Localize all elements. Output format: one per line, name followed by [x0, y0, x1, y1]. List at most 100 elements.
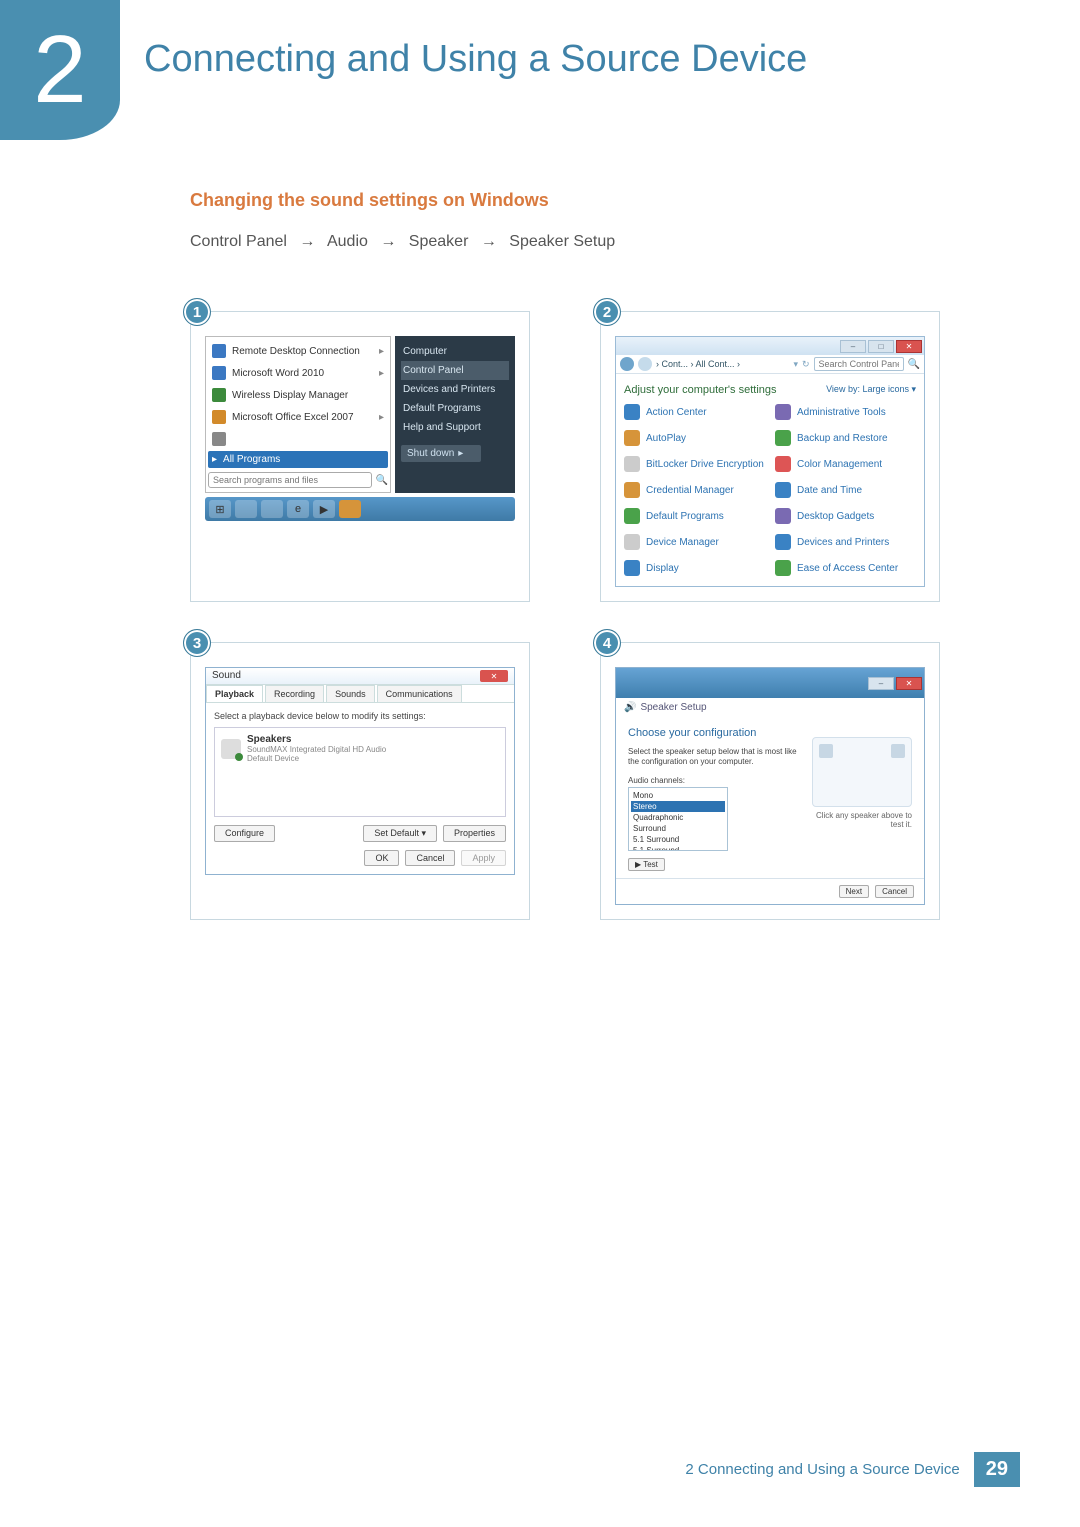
cp-item[interactable]: Device Manager [624, 534, 765, 550]
properties-button[interactable]: Properties [443, 825, 506, 842]
search-icon: 🔍 [376, 475, 388, 486]
channels-list[interactable]: Mono Stereo Quadraphonic Surround 5.1 Su… [628, 787, 728, 851]
start-menu-item[interactable]: Wireless Display Manager [208, 385, 388, 405]
speaker-setup-window: – ✕ 🔊 Speaker Setup Choose your configur… [615, 667, 925, 905]
minimize-button[interactable]: – [868, 677, 894, 690]
start-menu-item[interactable]: Remote Desktop Connection ▸ [208, 341, 388, 361]
address-crumbs[interactable]: › Cont... › All Cont... › [656, 359, 789, 369]
app-icon [212, 388, 226, 402]
all-programs[interactable]: ▸ All Programs [208, 451, 388, 468]
test-button[interactable]: ▶ Test [628, 858, 665, 871]
cp-item-label: Desktop Gadgets [797, 511, 874, 522]
cp-item[interactable]: Devices and Printers [775, 534, 916, 550]
start-right-item[interactable]: Devices and Printers [401, 380, 509, 399]
cp-item[interactable]: Display [624, 560, 765, 576]
tab-recording[interactable]: Recording [265, 685, 324, 702]
cp-item[interactable]: Administrative Tools [775, 404, 916, 420]
channel-option[interactable]: Quadraphonic [631, 812, 725, 823]
autoplay-icon [624, 430, 640, 446]
cp-item[interactable]: Action Center [624, 404, 765, 420]
display-icon [624, 560, 640, 576]
cp-item-label: Backup and Restore [797, 433, 888, 444]
start-menu-item-blank[interactable] [208, 429, 388, 449]
cp-item[interactable]: Backup and Restore [775, 430, 916, 446]
close-button[interactable]: ✕ [480, 670, 508, 682]
shutdown-button[interactable]: Shut down ▸ [401, 445, 481, 462]
tab-communications[interactable]: Communications [377, 685, 462, 702]
control-panel-body: View by: Large icons ▾ Adjust your compu… [616, 374, 924, 586]
next-button[interactable]: Next [839, 885, 869, 898]
taskbar-item[interactable] [339, 500, 361, 518]
cp-item-label: Date and Time [797, 485, 862, 496]
refresh-icon[interactable]: ↻ [802, 359, 810, 370]
tab-sounds[interactable]: Sounds [326, 685, 375, 702]
start-item-label: Remote Desktop Connection [232, 346, 360, 357]
taskbar-item[interactable]: e [287, 500, 309, 518]
playback-device[interactable]: Speakers SoundMAX Integrated Digital HD … [221, 734, 499, 763]
cp-item[interactable]: Ease of Access Center [775, 560, 916, 576]
sound-button-row: Configure Set Default ▾ Properties [214, 825, 506, 842]
cp-item[interactable]: BitLocker Drive Encryption [624, 456, 765, 472]
maximize-button[interactable]: □ [868, 340, 894, 353]
start-right-item[interactable]: Computer [401, 342, 509, 361]
ok-button[interactable]: OK [364, 850, 399, 866]
channel-option[interactable]: 5.1 Surround [631, 845, 725, 851]
cancel-button[interactable]: Cancel [405, 850, 455, 866]
device-manager-icon [624, 534, 640, 550]
start-right-item[interactable]: Help and Support [401, 418, 509, 437]
start-right-item[interactable]: Control Panel [401, 361, 509, 380]
cp-item-label: Devices and Printers [797, 537, 889, 548]
start-menu-item[interactable]: Microsoft Word 2010 ▸ [208, 363, 388, 383]
configure-button[interactable]: Configure [214, 825, 275, 842]
cp-item[interactable]: Default Programs [624, 508, 765, 524]
channel-option[interactable]: 5.1 Surround [631, 834, 725, 845]
cp-item-label: Action Center [646, 407, 707, 418]
channels-label: Audio channels: [628, 776, 798, 785]
cp-item[interactable]: AutoPlay [624, 430, 765, 446]
cancel-button[interactable]: Cancel [875, 885, 914, 898]
cp-item[interactable]: Desktop Gadgets [775, 508, 916, 524]
apply-button[interactable]: Apply [461, 850, 506, 866]
sound-instruction: Select a playback device below to modify… [214, 711, 506, 721]
playback-device-list[interactable]: Speakers SoundMAX Integrated Digital HD … [214, 727, 506, 817]
channel-option[interactable]: Stereo [631, 801, 725, 812]
start-right-item[interactable]: Default Programs [401, 399, 509, 418]
step-2-screenshot: 2 – □ ✕ › Cont... › All Cont... › ▾ ↻ 🔍 [600, 311, 940, 602]
taskbar-item[interactable] [261, 500, 283, 518]
cp-item[interactable]: Credential Manager [624, 482, 765, 498]
forward-button[interactable] [638, 357, 652, 371]
start-search-input[interactable] [208, 472, 372, 488]
all-programs-label: All Programs [223, 454, 280, 465]
view-by[interactable]: View by: Large icons ▾ [826, 384, 916, 395]
tab-playback[interactable]: Playback [206, 685, 263, 702]
gadgets-icon [775, 508, 791, 524]
minimize-button[interactable]: – [840, 340, 866, 353]
taskbar-item[interactable] [235, 500, 257, 518]
speaker-setup-footer: Next Cancel [616, 878, 924, 904]
close-button[interactable]: ✕ [896, 340, 922, 353]
set-default-button[interactable]: Set Default ▾ [363, 825, 437, 842]
close-button[interactable]: ✕ [896, 677, 922, 690]
step-badge: 2 [593, 298, 621, 326]
breadcrumb: Control Panel → Audio → Speaker → Speake… [190, 233, 980, 251]
cp-item[interactable]: Date and Time [775, 482, 916, 498]
tools-icon [775, 404, 791, 420]
control-panel-search[interactable] [814, 357, 904, 371]
footer-text: 2 Connecting and Using a Source Device [685, 1461, 959, 1478]
speaker-right-icon[interactable] [891, 744, 905, 758]
dropdown-icon[interactable]: ▾ [793, 359, 798, 370]
speaker-left-icon[interactable] [819, 744, 833, 758]
start-button[interactable]: ⊞ [209, 500, 231, 518]
dialog-titlebar: Sound ✕ [206, 668, 514, 685]
back-button[interactable] [620, 357, 634, 371]
cp-item-label: BitLocker Drive Encryption [646, 459, 764, 470]
crumb-1: Audio [327, 233, 368, 250]
start-menu-right: Computer Control Panel Devices and Print… [395, 336, 515, 493]
taskbar-item[interactable]: ▶ [313, 500, 335, 518]
app-icon [212, 410, 226, 424]
channel-option[interactable]: Surround [631, 823, 725, 834]
start-menu-item[interactable]: Microsoft Office Excel 2007 ▸ [208, 407, 388, 427]
speaker-setup-body: Choose your configuration Select the spe… [616, 717, 924, 878]
channel-option[interactable]: Mono [631, 790, 725, 801]
cp-item[interactable]: Color Management [775, 456, 916, 472]
